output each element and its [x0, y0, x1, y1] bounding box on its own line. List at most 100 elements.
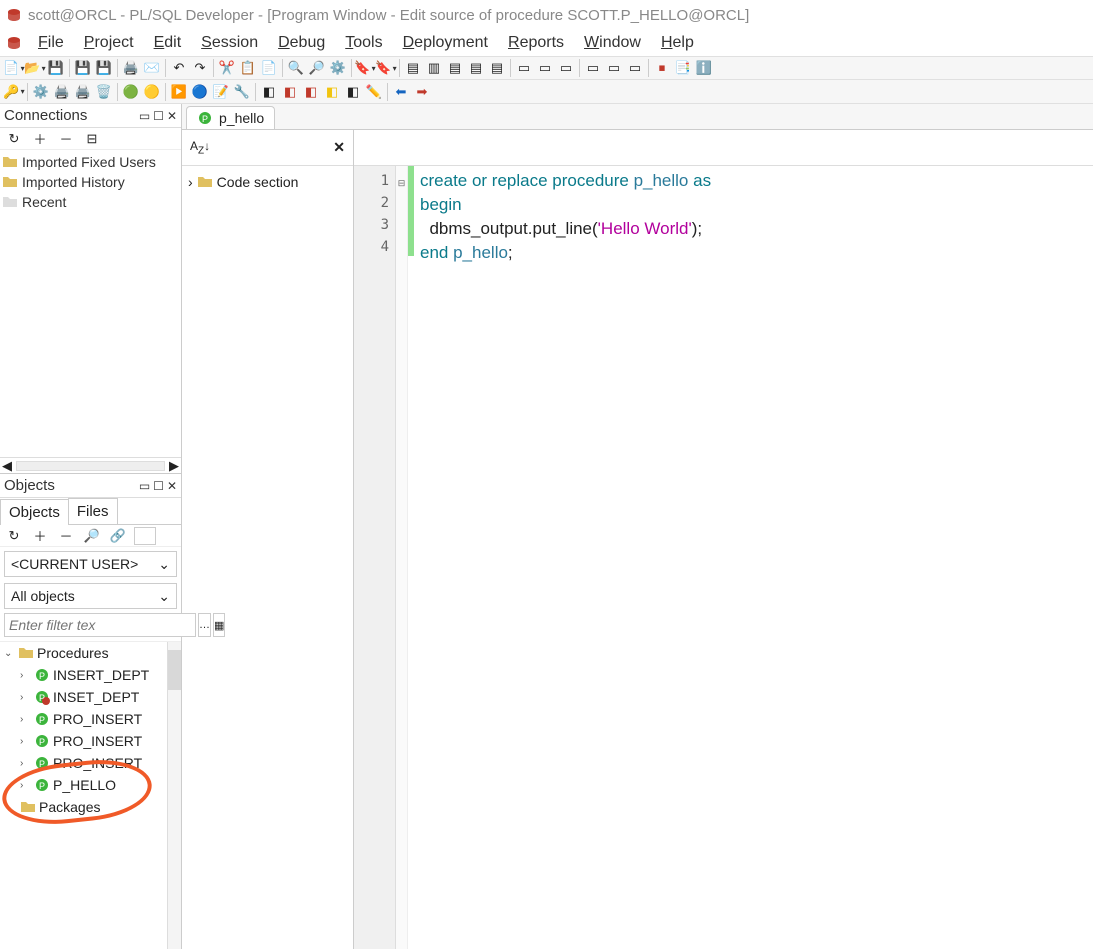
- paste-window-button[interactable]: ▭: [604, 58, 624, 78]
- fold-column[interactable]: ⊟: [396, 166, 408, 949]
- trash-button[interactable]: 🗑️: [94, 82, 114, 102]
- save-all-button[interactable]: 💾: [73, 58, 93, 78]
- tree-item[interactable]: ›PINSERT_DEPT: [0, 664, 181, 686]
- sort-az-button[interactable]: AZ↓: [190, 139, 210, 156]
- window-tile-button[interactable]: ▭: [556, 58, 576, 78]
- window-list-button[interactable]: ▭: [514, 58, 534, 78]
- maximize-icon[interactable]: ☐: [153, 479, 164, 493]
- add-icon[interactable]: ＋: [30, 526, 50, 546]
- menu-file[interactable]: File: [28, 32, 74, 53]
- menu-deployment[interactable]: Deployment: [393, 32, 498, 53]
- scroll-right-icon[interactable]: ▶: [169, 458, 179, 474]
- tree-item[interactable]: ›PPRO_INSERT: [0, 708, 181, 730]
- uncomment-button[interactable]: ▤: [466, 58, 486, 78]
- document-tab[interactable]: P p_hello: [186, 106, 275, 129]
- stop-button[interactable]: ⏹: [652, 58, 672, 78]
- close-icon[interactable]: ✕: [167, 109, 177, 123]
- erase-red-button[interactable]: ◧: [280, 82, 300, 102]
- menu-session[interactable]: Session: [191, 32, 268, 53]
- outdent-button[interactable]: ▥: [424, 58, 444, 78]
- v-scrollbar[interactable]: [167, 642, 181, 949]
- comment-button[interactable]: ▤: [445, 58, 465, 78]
- tab-files[interactable]: Files: [68, 498, 118, 524]
- cut-button[interactable]: ✂️: [217, 58, 237, 78]
- undo-button[interactable]: ↶: [169, 58, 189, 78]
- print2-button[interactable]: 🖨️: [52, 82, 72, 102]
- indent-button[interactable]: ▤: [403, 58, 423, 78]
- minimize-icon[interactable]: ▭: [139, 479, 150, 493]
- remove-icon[interactable]: －: [56, 129, 76, 149]
- menu-tools[interactable]: Tools: [335, 32, 392, 53]
- key-button[interactable]: 🔑: [4, 82, 24, 102]
- find-icon[interactable]: 🔎: [82, 526, 102, 546]
- wrench-button[interactable]: 🔧: [232, 82, 252, 102]
- scope-dropdown[interactable]: All objects ⌄: [4, 583, 177, 609]
- menu-project[interactable]: Project: [74, 32, 144, 53]
- tree-item[interactable]: Imported Fixed Users: [2, 152, 179, 172]
- expand-icon[interactable]: ›: [20, 758, 31, 769]
- filter-input[interactable]: [4, 613, 196, 637]
- scroll-track[interactable]: [16, 461, 165, 471]
- replace-button[interactable]: ⚙️: [328, 58, 348, 78]
- scroll-left-icon[interactable]: ◀: [2, 458, 12, 474]
- window-cascade-button[interactable]: ▭: [535, 58, 555, 78]
- expand-icon[interactable]: ›: [188, 174, 193, 190]
- menu-edit[interactable]: Edit: [144, 32, 192, 53]
- tree-folder-packages[interactable]: Packages: [0, 796, 181, 818]
- remove-icon[interactable]: －: [56, 526, 76, 546]
- refresh-icon[interactable]: ↻: [4, 526, 24, 546]
- paste-button[interactable]: 📄: [259, 58, 279, 78]
- redo-button[interactable]: ↷: [190, 58, 210, 78]
- exec-button[interactable]: ▶️: [169, 82, 189, 102]
- open-button[interactable]: 📂: [25, 58, 45, 78]
- close-outline-button[interactable]: ✕: [333, 139, 345, 156]
- tree-item[interactable]: Imported History: [2, 172, 179, 192]
- collapse-icon[interactable]: ⊟: [82, 129, 102, 149]
- tab-objects[interactable]: Objects: [0, 499, 69, 525]
- maximize-icon[interactable]: ☐: [153, 109, 164, 123]
- nav-fwd-button[interactable]: ➡: [412, 82, 432, 102]
- h-scrollbar[interactable]: ◀ ▶: [0, 457, 181, 473]
- report-button[interactable]: 📑: [673, 58, 693, 78]
- copy-window-button[interactable]: ▭: [583, 58, 603, 78]
- find-button[interactable]: 🔍: [286, 58, 306, 78]
- copy-button[interactable]: 📋: [238, 58, 258, 78]
- code-area[interactable]: create or replace procedure p_hello as b…: [414, 166, 1093, 949]
- rollback-button[interactable]: 🟡: [142, 82, 162, 102]
- save-button[interactable]: 💾: [46, 58, 66, 78]
- find-next-button[interactable]: 🔎: [307, 58, 327, 78]
- gear-button[interactable]: ⚙️: [31, 82, 51, 102]
- tree-item[interactable]: ›PP_HELLO: [0, 774, 181, 796]
- connections-tree[interactable]: Imported Fixed Users Imported History Re…: [0, 150, 181, 457]
- tree-item[interactable]: ›PINSET_DEPT: [0, 686, 181, 708]
- usage-icon[interactable]: 🔗: [108, 526, 128, 546]
- refresh-icon[interactable]: ↻: [4, 129, 24, 149]
- outline-item[interactable]: › Code section: [188, 172, 347, 192]
- exec-step-button[interactable]: 🔵: [190, 82, 210, 102]
- add-icon[interactable]: ＋: [30, 129, 50, 149]
- expand-icon[interactable]: ›: [20, 714, 31, 725]
- minimize-icon[interactable]: ▭: [139, 109, 150, 123]
- bookmark-next-button[interactable]: 🔖: [376, 58, 396, 78]
- expand-icon[interactable]: ›: [20, 780, 31, 791]
- tree-item[interactable]: Recent: [2, 192, 179, 212]
- objects-tree[interactable]: ⌄ Procedures ›PINSERT_DEPT›PINSET_DEPT›P…: [0, 641, 181, 949]
- save-multi-button[interactable]: 💾: [94, 58, 114, 78]
- bookmark-button[interactable]: 🔖: [355, 58, 375, 78]
- eraser-button[interactable]: ◧: [259, 82, 279, 102]
- tree-folder-procedures[interactable]: ⌄ Procedures: [0, 642, 181, 664]
- erase-yellow-button[interactable]: ◧: [322, 82, 342, 102]
- clone-window-button[interactable]: ▭: [625, 58, 645, 78]
- menu-debug[interactable]: Debug: [268, 32, 335, 53]
- new-button[interactable]: 📄: [4, 58, 24, 78]
- info-button[interactable]: ℹ️: [694, 58, 714, 78]
- close-icon[interactable]: ✕: [167, 479, 177, 493]
- menu-reports[interactable]: Reports: [498, 32, 574, 53]
- color-box[interactable]: [134, 527, 156, 545]
- nav-back-button[interactable]: ⬅: [391, 82, 411, 102]
- menu-help[interactable]: Help: [651, 32, 704, 53]
- format-button[interactable]: ▤: [487, 58, 507, 78]
- tree-item[interactable]: ›PPRO_INSERT: [0, 730, 181, 752]
- print3-button[interactable]: 🖨️: [73, 82, 93, 102]
- expand-icon[interactable]: ›: [20, 692, 31, 703]
